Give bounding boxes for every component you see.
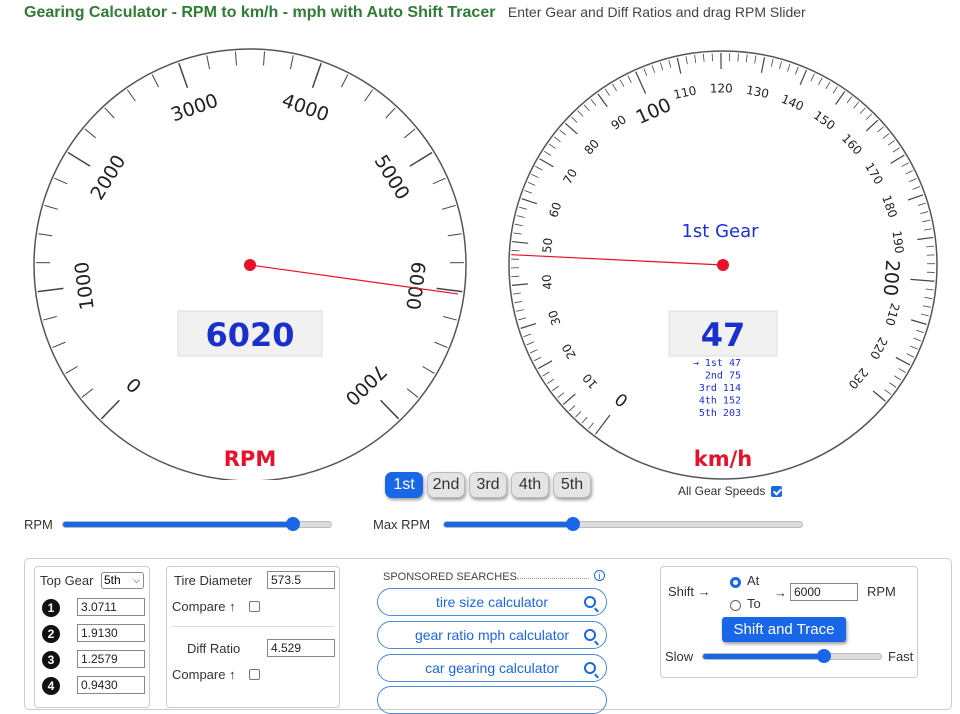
- shift-arrow: →: [774, 585, 787, 600]
- speedo-label: 120: [710, 81, 733, 95]
- sponsored-link-gear-ratio[interactable]: gear ratio mph calculator: [377, 621, 607, 649]
- gear-tabs: 1st 2nd 3rd 4th 5th: [385, 472, 591, 498]
- rpm-slider-label: RPM: [24, 517, 53, 532]
- gear-number-2-icon: 2: [42, 625, 60, 643]
- speedo-unit-label: km/h: [694, 447, 752, 471]
- gear-1-ratio-input[interactable]: 3.0711: [77, 598, 145, 616]
- shift-rpm-unit: RPM: [867, 584, 896, 599]
- gear-speed-row: 5th 203: [699, 408, 741, 419]
- gear-tab-3rd[interactable]: 3rd: [469, 472, 507, 498]
- gear-tab-2nd[interactable]: 2nd: [427, 472, 465, 498]
- tire-diameter-input[interactable]: 573.5: [267, 571, 335, 589]
- diff-compare-label: Compare ↑: [172, 667, 236, 682]
- current-gear-label: 1st Gear: [681, 221, 759, 242]
- speedo-needle-hub: [717, 259, 729, 271]
- gear-speed-row: 4th 152: [699, 396, 741, 407]
- gear-4-ratio-input[interactable]: 0.9430: [77, 676, 145, 694]
- max-rpm-slider[interactable]: [443, 521, 803, 528]
- gear-tab-4th[interactable]: 4th: [511, 472, 549, 498]
- gear-tab-5th[interactable]: 5th: [553, 472, 591, 498]
- sponsored-link-label: gear ratio mph calculator: [415, 627, 569, 643]
- shift-and-trace-button[interactable]: Shift and Trace: [722, 617, 846, 642]
- max-rpm-slider-label: Max RPM: [373, 517, 430, 532]
- chevron-down-icon: ⌵: [133, 573, 140, 588]
- all-gear-speeds-label: All Gear Speeds: [678, 484, 765, 498]
- gear-speed-list: → 1st 47 2nd 753rd 114 4th 1525th 203: [693, 358, 741, 419]
- top-gear-select[interactable]: 5th ⌵: [101, 572, 144, 589]
- gear-speed-row: 3rd 114: [699, 383, 741, 394]
- sponsored-link-label: tire size calculator: [436, 594, 548, 610]
- diff-ratio-input[interactable]: 4.529: [267, 639, 335, 657]
- search-icon: [584, 662, 596, 674]
- speedo-label: 50: [540, 237, 556, 254]
- tire-compare-checkbox[interactable]: [249, 601, 260, 612]
- tire-diameter-label: Tire Diameter: [174, 573, 252, 588]
- all-gear-speeds-checkbox[interactable]: [771, 486, 782, 497]
- info-icon[interactable]: i: [594, 570, 605, 581]
- rpm-slider[interactable]: [62, 521, 332, 528]
- gear-tab-1st[interactable]: 1st: [385, 472, 423, 498]
- speedo-label: 190: [890, 230, 907, 255]
- shift-label: Shift →: [668, 584, 711, 599]
- max-rpm-slider-thumb[interactable]: [566, 517, 580, 531]
- top-gear-value: 5th: [104, 573, 121, 587]
- shift-at-label: At: [747, 573, 759, 588]
- speedo-readout: 47: [701, 316, 746, 354]
- diff-compare-checkbox[interactable]: [249, 669, 260, 680]
- top-gear-label: Top Gear: [40, 573, 93, 588]
- sponsored-link-label: car gearing calculator: [425, 660, 559, 676]
- sponsored-title: SPONSORED SEARCHES: [383, 571, 517, 583]
- gear-speed-row: 2nd 75: [705, 371, 741, 382]
- gear-2-ratio-input[interactable]: 1.9130: [77, 624, 145, 642]
- rpm-slider-thumb[interactable]: [286, 517, 300, 531]
- speedo-label: 40: [540, 274, 555, 291]
- tire-compare-label: Compare ↑: [172, 599, 236, 614]
- sponsored-link-partial[interactable]: [377, 686, 607, 714]
- slow-label: Slow: [665, 649, 693, 664]
- trace-speed-slider-thumb[interactable]: [817, 649, 831, 663]
- gear-number-4-icon: 4: [42, 677, 60, 695]
- gear-number-3-icon: 3: [42, 651, 60, 669]
- shift-to-label: To: [747, 596, 761, 611]
- trace-speed-slider[interactable]: [702, 653, 882, 660]
- diff-ratio-label: Diff Ratio: [187, 641, 240, 656]
- sponsored-link-tire-size[interactable]: tire size calculator: [377, 588, 607, 616]
- fast-label: Fast: [888, 649, 913, 664]
- gear-3-ratio-input[interactable]: 1.2579: [77, 650, 145, 668]
- rpm-slider-fill: [63, 522, 293, 527]
- shift-rpm-input[interactable]: 6000: [790, 583, 858, 601]
- max-rpm-slider-fill: [444, 522, 573, 527]
- speedo-label: 200: [879, 259, 904, 297]
- sponsored-divider: [517, 578, 589, 579]
- speedo-tick: [512, 250, 520, 251]
- shift-at-radio[interactable]: [730, 577, 741, 588]
- all-gear-speeds-toggle: All Gear Speeds: [678, 484, 782, 498]
- speedometer: 0102030405060708090110120130140150160170…: [0, 0, 960, 480]
- trace-speed-slider-fill: [703, 654, 824, 659]
- gear-speed-row: → 1st 47: [693, 358, 741, 369]
- sponsored-link-car-gearing[interactable]: car gearing calculator: [377, 654, 607, 682]
- gear-number-1-icon: 1: [42, 599, 60, 617]
- search-icon: [584, 596, 596, 608]
- shift-to-radio[interactable]: [730, 600, 741, 611]
- search-icon: [584, 629, 596, 641]
- tire-diff-divider: [172, 626, 334, 627]
